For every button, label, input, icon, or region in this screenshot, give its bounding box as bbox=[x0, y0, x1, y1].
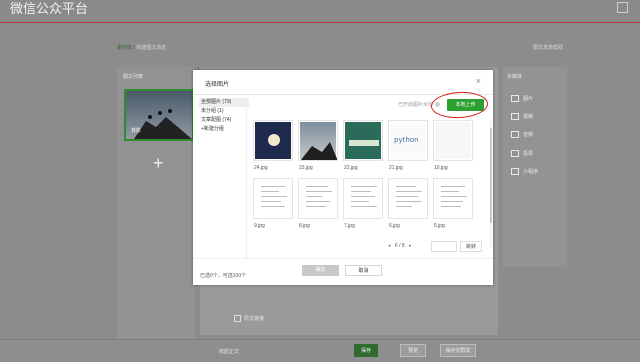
plus-icon: + bbox=[153, 153, 164, 173]
poll-icon bbox=[511, 150, 519, 158]
divider bbox=[193, 258, 493, 259]
article-label: 背影 bbox=[131, 128, 142, 134]
media-title: 多媒体 bbox=[507, 74, 523, 80]
save-button[interactable]: 保存 bbox=[354, 344, 378, 357]
media-item-label: 投票 bbox=[523, 151, 534, 157]
image-tile[interactable] bbox=[298, 120, 338, 161]
new-group-link[interactable]: +新建分组 bbox=[199, 125, 249, 134]
image-filename: 6.jpg bbox=[389, 223, 400, 229]
breadcrumb-current: 新建图文消息 bbox=[136, 45, 167, 51]
preview-button[interactable]: 预览 bbox=[400, 344, 426, 357]
image-tile[interactable] bbox=[343, 178, 383, 219]
image-tile[interactable] bbox=[433, 178, 473, 219]
thumbnail-image bbox=[345, 122, 381, 159]
image-filename: 9.jpg bbox=[254, 223, 265, 229]
media-panel: 多媒体 图片 视频 音频 投票 小程序 bbox=[503, 67, 567, 267]
image-tile[interactable] bbox=[433, 120, 473, 161]
original-link-option[interactable]: 原文链接 bbox=[234, 315, 265, 323]
image-filename: 22.jpg bbox=[344, 165, 358, 171]
python-logo-text: python bbox=[394, 136, 419, 144]
bottom-bar: 收起正文 保存 预览 保存并群发 bbox=[0, 339, 640, 362]
thumbnail-image bbox=[255, 122, 291, 159]
video-icon bbox=[511, 113, 519, 121]
collapse-body-link[interactable]: 收起正文 bbox=[219, 348, 239, 355]
group-list: 全部图片 (79) 未分组 (1) 文章配图 (74) +新建分组 bbox=[197, 96, 249, 260]
select-image-dialog: 选择图片 × 全部图片 (79) 未分组 (1) 文章配图 (74) +新建分组… bbox=[193, 70, 493, 285]
cancel-button[interactable]: 取消 bbox=[345, 265, 382, 276]
group-ungrouped[interactable]: 未分组 (1) bbox=[199, 107, 249, 116]
audio-icon bbox=[511, 131, 519, 139]
group-article-images[interactable]: 文章配图 (74) bbox=[199, 116, 249, 125]
scrollbar-thumb[interactable] bbox=[490, 128, 492, 223]
article-list-panel: 图文列表 背影 + bbox=[117, 67, 195, 352]
thumbnail-image bbox=[345, 180, 381, 217]
thumbnail-image: python bbox=[390, 122, 426, 159]
checkbox[interactable] bbox=[234, 315, 241, 323]
window-icon[interactable] bbox=[617, 2, 628, 13]
save-and-publish-button[interactable]: 保存并群发 bbox=[440, 344, 476, 357]
article-thumbnail[interactable]: 背影 bbox=[124, 89, 194, 141]
image-filename: 8.jpg bbox=[299, 223, 310, 229]
thumbnail-image bbox=[300, 122, 337, 160]
help-link[interactable]: 图文发表帮助 bbox=[533, 44, 563, 51]
add-article-button[interactable]: + bbox=[124, 147, 194, 187]
image-tile[interactable] bbox=[253, 178, 293, 219]
selection-count: 已选0个，可选100个 bbox=[200, 273, 247, 279]
image-filename: 21.jpg bbox=[389, 165, 403, 171]
media-item-miniprogram[interactable]: 小程序 bbox=[511, 168, 539, 176]
image-filename: 24.jpg bbox=[254, 165, 268, 171]
page-indicator: 6 / 8 bbox=[394, 243, 405, 249]
thumbnail-image bbox=[255, 180, 291, 217]
page-number-input[interactable] bbox=[431, 241, 457, 252]
image-tile[interactable] bbox=[388, 178, 428, 219]
media-item-label: 图片 bbox=[523, 96, 534, 102]
media-item-video[interactable]: 视频 bbox=[511, 113, 534, 121]
confirm-button[interactable]: 确定 bbox=[302, 265, 339, 276]
image-tile[interactable] bbox=[343, 120, 383, 161]
breadcrumb: 素材库 / 新建图文消息 bbox=[117, 44, 166, 51]
breadcrumb-separator: / bbox=[133, 45, 135, 51]
image-filename: 7.jpg bbox=[344, 223, 355, 229]
dialog-title: 选择图片 bbox=[205, 82, 230, 88]
media-item-label: 音频 bbox=[523, 132, 534, 138]
prev-page-icon[interactable]: ◂ bbox=[388, 243, 391, 249]
group-all[interactable]: 全部图片 (79) bbox=[199, 98, 249, 107]
watermark-label: 已开启图片水印 bbox=[398, 102, 434, 108]
image-tile[interactable]: python bbox=[388, 120, 428, 161]
media-item-poll[interactable]: 投票 bbox=[511, 150, 534, 158]
thumbnail-image bbox=[390, 180, 426, 217]
thumbnail-image bbox=[435, 180, 471, 217]
link-icon bbox=[511, 168, 519, 176]
next-page-icon[interactable]: ▸ bbox=[409, 243, 412, 249]
image-tile[interactable] bbox=[253, 120, 293, 161]
app-title: 微信公众平台 bbox=[10, 1, 89, 16]
jump-button[interactable]: 跳转 bbox=[460, 241, 482, 252]
thumbnail-image bbox=[435, 122, 471, 159]
divider bbox=[0, 22, 640, 23]
image-filename: 5.jpg bbox=[434, 223, 445, 229]
original-link-label: 原文链接 bbox=[244, 316, 265, 322]
thumbnail-image bbox=[300, 180, 336, 217]
image-filename: 10.jpg bbox=[434, 165, 448, 171]
media-item-image[interactable]: 图片 bbox=[511, 95, 534, 103]
breadcrumb-root[interactable]: 素材库 bbox=[117, 45, 132, 51]
top-bar: 微信公众平台 bbox=[0, 0, 640, 23]
image-icon bbox=[511, 95, 519, 103]
media-item-audio[interactable]: 音频 bbox=[511, 131, 534, 139]
image-tile[interactable] bbox=[298, 178, 338, 219]
close-icon[interactable]: × bbox=[476, 77, 481, 86]
media-item-label: 小程序 bbox=[523, 169, 539, 175]
image-filename: 23.jpg bbox=[299, 165, 313, 171]
article-list-title: 图文列表 bbox=[123, 74, 144, 80]
pagination: ◂ 6 / 8 ▸ bbox=[385, 243, 415, 253]
media-item-label: 视频 bbox=[523, 114, 534, 120]
